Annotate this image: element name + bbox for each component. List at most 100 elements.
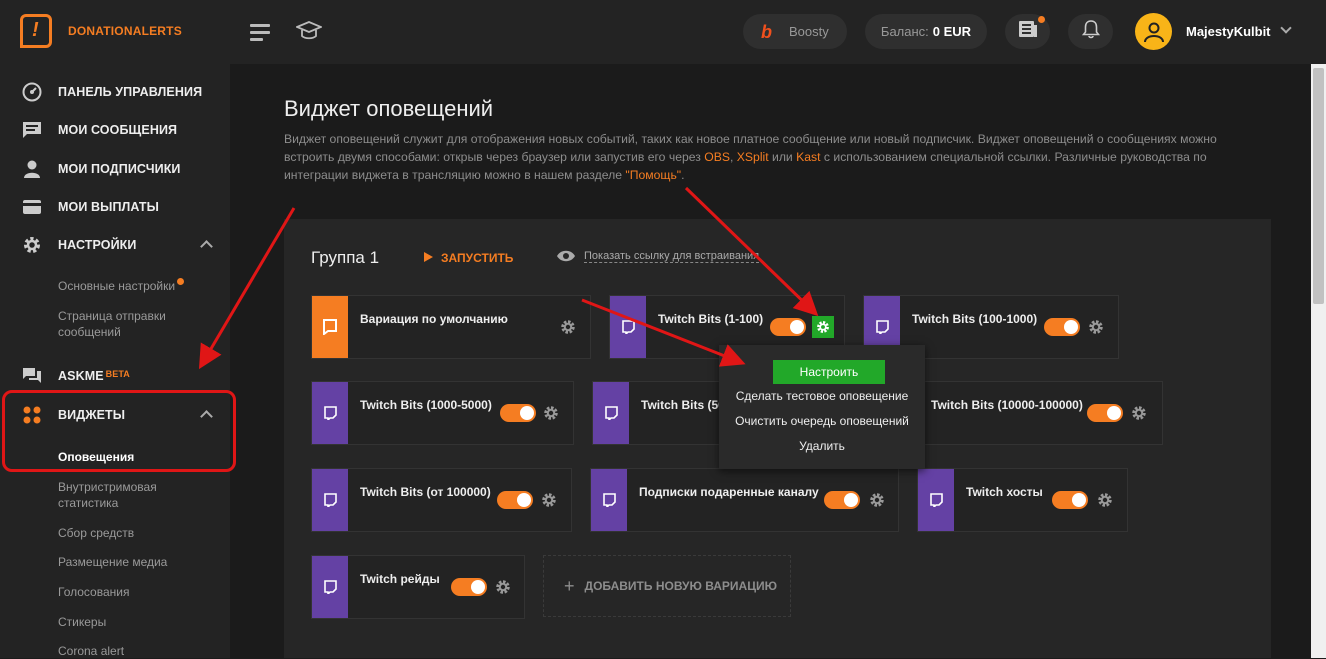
balance-display[interactable]: Баланс: 0 EUR — [865, 14, 987, 49]
news-button[interactable] — [1005, 14, 1050, 49]
sidebar-item-messages[interactable]: МОИ СООБЩЕНИЯ — [0, 115, 230, 145]
configure-button[interactable]: Настроить — [773, 360, 885, 384]
logo-text: DONATIONALERTS — [68, 24, 182, 38]
enable-toggle[interactable] — [451, 578, 487, 596]
enable-toggle[interactable] — [500, 404, 536, 422]
delete-menu-item[interactable]: Удалить — [719, 439, 925, 453]
gear-icon[interactable] — [543, 405, 559, 421]
gear-icon[interactable] — [541, 492, 557, 508]
message-icon — [22, 120, 42, 140]
variation-card[interactable]: Twitch Bits (1000-5000) — [311, 381, 574, 445]
sidebar-sub-stream-stats[interactable]: Внутристримовая статистика — [58, 479, 208, 511]
scrollbar-thumb[interactable] — [1313, 68, 1324, 304]
enable-toggle[interactable] — [1052, 491, 1088, 509]
launch-button[interactable]: ЗАПУСТИТЬ — [424, 251, 513, 265]
enable-toggle[interactable] — [497, 491, 533, 509]
twitch-icon — [593, 382, 629, 444]
sidebar-sub-polls[interactable]: Голосования — [58, 584, 208, 600]
variation-title: Вариация по умолчанию — [360, 312, 508, 326]
notifications-button[interactable] — [1068, 14, 1113, 49]
scrollbar[interactable] — [1311, 64, 1326, 658]
sidebar-sub-stickers[interactable]: Стикеры — [58, 614, 208, 630]
sidebar-item-label: ПАНЕЛЬ УПРАВЛЕНИЯ — [58, 85, 203, 99]
sidebar: DONATIONALERTS ПАНЕЛЬ УПРАВЛЕНИЯ МОИ СОО… — [0, 0, 230, 658]
sidebar-item-dashboard[interactable]: ПАНЕЛЬ УПРАВЛЕНИЯ — [0, 77, 230, 107]
enable-toggle[interactable] — [770, 318, 806, 336]
enable-toggle[interactable] — [1087, 404, 1123, 422]
twitch-icon — [610, 296, 646, 358]
twitch-icon — [591, 469, 627, 531]
sidebar-item-askme[interactable]: ASKME BETA — [0, 361, 230, 391]
gear-icon[interactable] — [1088, 319, 1104, 335]
notification-dot — [177, 278, 185, 285]
gear-icon[interactable] — [1131, 405, 1147, 421]
variation-card[interactable]: Twitch Bits (10000-100000) — [919, 381, 1163, 445]
variation-card[interactable]: Подписки подаренные каналу — [590, 468, 899, 532]
sidebar-item-subscribers[interactable]: МОИ ПОДПИСЧИКИ — [0, 154, 230, 184]
plus-icon: + — [564, 575, 575, 596]
sidebar-sub-corona-alert[interactable]: Corona alert — [58, 643, 208, 659]
variation-title: Подписки подаренные каналу — [639, 485, 819, 499]
variation-title: Twitch хосты — [966, 485, 1043, 499]
topbar: b Boosty Баланс: 0 EUR MajestyKulbit — [230, 0, 1326, 64]
sidebar-item-payouts[interactable]: МОИ ВЫПЛАТЫ — [0, 192, 230, 222]
variation-card[interactable]: Twitch Bits (50 — [592, 381, 725, 445]
donationalerts-logo-icon — [20, 14, 52, 48]
variation-card[interactable]: Вариация по умолчанию — [311, 295, 591, 359]
variation-card[interactable]: Twitch рейды — [311, 555, 525, 619]
sidebar-item-label: МОИ ПОДПИСЧИКИ — [58, 162, 181, 176]
sidebar-sub-main-settings[interactable]: Основные настройки — [58, 278, 208, 294]
variation-title: Twitch Bits (100-1000) — [912, 312, 1038, 326]
person-icon — [22, 159, 42, 179]
chevron-down-icon[interactable] — [1280, 22, 1292, 34]
annotation-highlight-box — [2, 390, 236, 472]
avatar[interactable] — [1135, 13, 1172, 50]
gear-icon[interactable] — [560, 319, 576, 335]
gear-icon[interactable] — [495, 579, 511, 595]
menu-icon[interactable] — [250, 24, 270, 45]
gear-icon[interactable] — [812, 316, 834, 338]
xsplit-link[interactable]: XSplit — [737, 150, 769, 164]
variation-title: Twitch Bits (1000-5000) — [360, 398, 492, 412]
sidebar-item-label: НАСТРОЙКИ — [58, 238, 137, 252]
eye-icon — [557, 250, 575, 262]
chevron-up-icon[interactable] — [200, 240, 213, 253]
enable-toggle[interactable] — [1044, 318, 1080, 336]
sidebar-item-label: МОИ ВЫПЛАТЫ — [58, 200, 159, 214]
play-icon — [424, 252, 433, 262]
donationalerts-icon — [312, 296, 348, 358]
twitch-icon — [312, 382, 348, 444]
test-alert-menu-item[interactable]: Сделать тестовое оповещение — [719, 389, 925, 403]
sidebar-sub-fundraising[interactable]: Сбор средств — [58, 525, 208, 541]
username[interactable]: MajestyKulbit — [1186, 24, 1271, 39]
variation-title: Twitch Bits (от 100000) — [360, 485, 491, 499]
enable-toggle[interactable] — [824, 491, 860, 509]
variation-title: Twitch рейды — [360, 572, 440, 586]
newspaper-icon — [1018, 20, 1038, 43]
sidebar-item-settings[interactable]: НАСТРОЙКИ — [0, 230, 230, 260]
gear-icon[interactable] — [1097, 492, 1113, 508]
add-variation-button[interactable]: + ДОБАВИТЬ НОВУЮ ВАРИАЦИЮ — [543, 555, 791, 617]
logo[interactable]: DONATIONALERTS — [20, 14, 182, 48]
chat-icon — [22, 366, 42, 386]
kast-link[interactable]: Kast — [796, 150, 820, 164]
beta-badge: BETA — [105, 369, 130, 379]
show-embed-link[interactable]: Показать ссылку для встраивания — [556, 250, 760, 263]
clear-queue-menu-item[interactable]: Очистить очередь оповещений — [719, 414, 925, 428]
obs-link[interactable]: OBS — [704, 150, 730, 164]
notification-dot — [1038, 16, 1045, 23]
graduation-cap-icon[interactable] — [294, 20, 324, 47]
twitch-icon — [918, 469, 954, 531]
variation-card[interactable]: Twitch Bits (от 100000) — [311, 468, 572, 532]
gear-icon — [22, 235, 42, 255]
gear-icon[interactable] — [869, 492, 885, 508]
sidebar-sub-media[interactable]: Размещение медиа — [58, 554, 208, 570]
boosty-button[interactable]: b Boosty — [743, 14, 847, 49]
page-title: Виджет оповещений — [284, 96, 494, 121]
sidebar-sub-send-page[interactable]: Страница отправки сообщений — [58, 308, 208, 340]
bell-icon — [1081, 19, 1100, 44]
variation-card[interactable]: Twitch хосты — [917, 468, 1128, 532]
help-link[interactable]: "Помощь" — [625, 168, 681, 182]
boosty-icon: b — [761, 22, 772, 42]
page-description: Виджет оповещений служит для отображения… — [284, 132, 1217, 182]
